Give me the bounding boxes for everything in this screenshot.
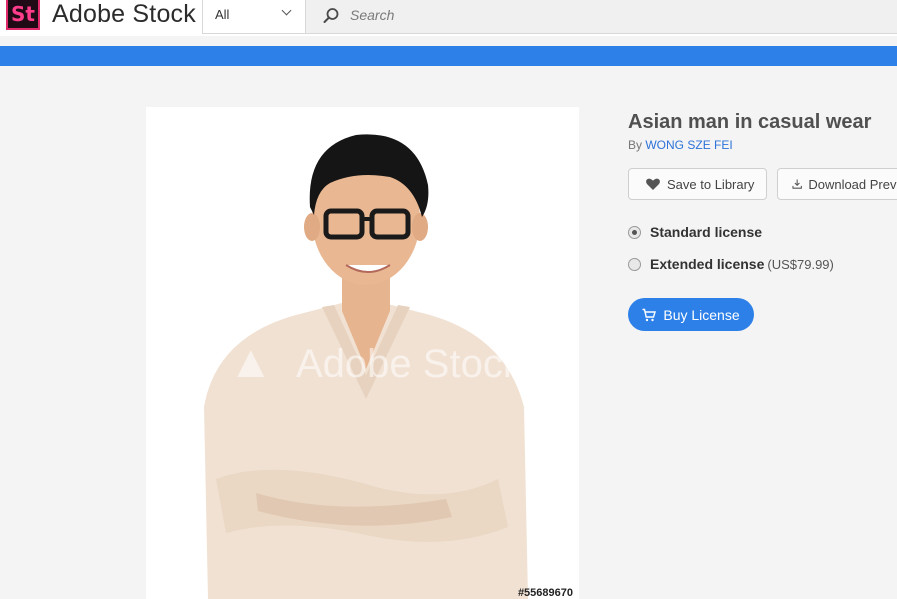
radio-selected-icon[interactable] <box>628 225 641 239</box>
by-label: By <box>628 138 643 152</box>
accent-banner <box>0 46 897 66</box>
search-bar <box>306 0 897 34</box>
save-label: Save to Library <box>667 176 755 192</box>
save-to-library-button[interactable]: Save to Library <box>628 168 767 200</box>
heart-icon <box>646 178 660 190</box>
asset-title: Asian man in casual wear <box>628 111 872 133</box>
asset-preview-image[interactable]: ▲ Adobe Stock #55689670 <box>146 107 579 599</box>
download-icon <box>792 179 802 189</box>
portrait-illustration: ▲ Adobe Stock <box>204 134 528 599</box>
license-price: (US$79.99) <box>767 256 834 272</box>
watermark-text: Adobe Stock <box>296 342 524 386</box>
license-name: Extended license <box>650 256 765 272</box>
radio-unselected-icon[interactable] <box>628 257 641 271</box>
watermark-mark: ▲ <box>228 335 274 387</box>
search-input[interactable] <box>350 0 870 30</box>
license-name: Standard license <box>650 224 763 240</box>
adobe-stock-logo[interactable]: St <box>6 0 40 30</box>
search-icon[interactable] <box>322 7 340 25</box>
download-preview-button[interactable]: Download Preview <box>777 168 897 200</box>
filter-selected-value: All <box>215 7 230 22</box>
asset-byline: By WONG SZE FEI <box>628 138 733 152</box>
cart-icon <box>642 308 657 321</box>
download-label: Download Preview <box>808 176 897 192</box>
search-filter-dropdown[interactable]: All <box>202 0 306 34</box>
top-header: St Adobe Stock All <box>0 0 897 36</box>
buy-label: Buy License <box>663 306 740 323</box>
brand-name[interactable]: Adobe Stock <box>52 0 196 28</box>
asset-id: #55689670 <box>517 587 573 599</box>
author-link[interactable]: WONG SZE FEI <box>645 138 732 152</box>
license-option-extended[interactable]: Extended license (US$79.99) <box>628 254 834 274</box>
license-option-standard[interactable]: Standard license <box>628 222 765 242</box>
chevron-down-icon <box>281 5 292 16</box>
buy-license-button[interactable]: Buy License <box>628 298 754 331</box>
